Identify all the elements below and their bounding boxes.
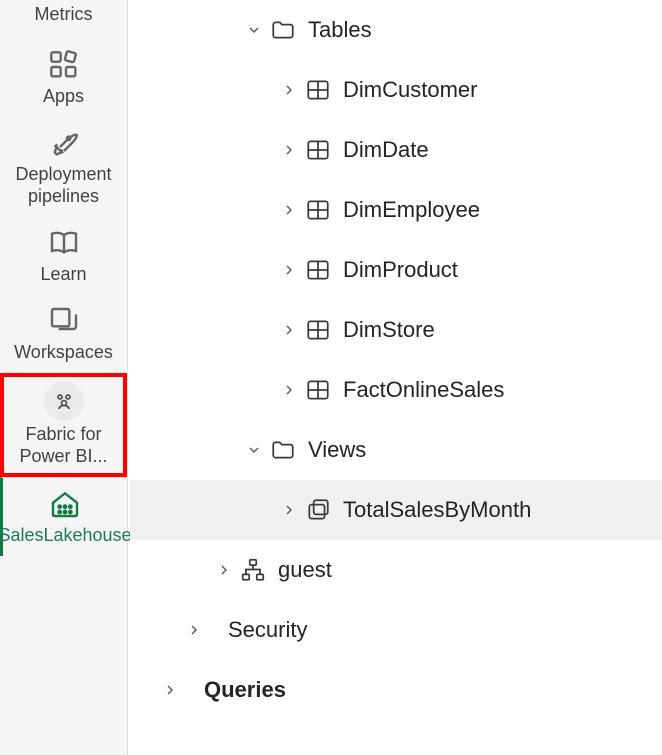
tree-node-table[interactable]: DimProduct (130, 240, 662, 300)
chevron-right-icon[interactable] (156, 682, 184, 698)
chevron-right-icon[interactable] (275, 322, 303, 338)
nav-item-fabric-for-power-bi[interactable]: Fabric for Power BI... (0, 373, 127, 477)
tree-node-table[interactable]: FactOnlineSales (130, 360, 662, 420)
tree-label: DimCustomer (333, 77, 477, 103)
tree-label: Security (218, 617, 307, 643)
table-icon (303, 197, 333, 223)
nav-label: Deployment pipelines (6, 163, 121, 207)
tree-node-table[interactable]: DimEmployee (130, 180, 662, 240)
tree-label: Tables (298, 17, 372, 43)
table-icon (303, 137, 333, 163)
object-explorer-tree: Tables DimCustomer DimDate DimEmployee (130, 0, 662, 755)
tree-label: TotalSalesByMonth (333, 497, 531, 523)
nav-label: Workspaces (14, 341, 113, 363)
nav-item-deployment-pipelines[interactable]: Deployment pipelines (0, 117, 127, 217)
chevron-right-icon[interactable] (275, 202, 303, 218)
tree-node-table[interactable]: DimDate (130, 120, 662, 180)
tree-label: Queries (194, 677, 286, 703)
view-icon (303, 497, 333, 523)
folder-icon (268, 437, 298, 463)
nav-item-workspaces[interactable]: Workspaces (0, 295, 127, 373)
nav-label: Apps (43, 85, 84, 107)
tree-label: DimStore (333, 317, 435, 343)
sidebar-nav: Metrics Apps Deployment pipelines (0, 0, 128, 755)
nav-label: Learn (40, 263, 86, 285)
folder-icon (268, 17, 298, 43)
chevron-right-icon[interactable] (275, 262, 303, 278)
tree-label: DimDate (333, 137, 429, 163)
chevron-right-icon[interactable] (180, 622, 208, 638)
chevron-right-icon[interactable] (275, 82, 303, 98)
rocket-icon (46, 125, 82, 161)
nav-item-metrics[interactable]: Metrics (35, 0, 93, 39)
apps-icon (46, 47, 82, 83)
nav-label: SalesLakehouse (0, 524, 132, 546)
tree-node-schema-guest[interactable]: guest (130, 540, 662, 600)
nav-item-apps[interactable]: Apps (0, 39, 127, 117)
lakehouse-icon (47, 486, 83, 522)
book-icon (46, 225, 82, 261)
nav-item-saleslakehouse[interactable]: SalesLakehouse (0, 477, 127, 556)
tree-label: DimEmployee (333, 197, 480, 223)
workspaces-icon (46, 303, 82, 339)
tree-node-tables[interactable]: Tables (130, 0, 662, 60)
chevron-down-icon[interactable] (240, 22, 268, 38)
nav-item-learn[interactable]: Learn (0, 217, 127, 295)
table-icon (303, 77, 333, 103)
chevron-right-icon[interactable] (275, 502, 303, 518)
table-icon (303, 377, 333, 403)
table-icon (303, 317, 333, 343)
tree-node-table[interactable]: DimCustomer (130, 60, 662, 120)
chevron-right-icon[interactable] (275, 382, 303, 398)
table-icon (303, 257, 333, 283)
tree-node-view[interactable]: TotalSalesByMonth (130, 480, 662, 540)
schema-icon (238, 557, 268, 583)
nav-label: Fabric for Power BI... (6, 423, 121, 467)
tree-label: FactOnlineSales (333, 377, 504, 403)
chevron-down-icon[interactable] (240, 442, 268, 458)
chevron-right-icon[interactable] (275, 142, 303, 158)
tree-node-views[interactable]: Views (130, 420, 662, 480)
tree-label: Views (298, 437, 366, 463)
tree-node-queries[interactable]: Queries (130, 660, 662, 720)
tree-label: DimProduct (333, 257, 458, 283)
tree-label: guest (268, 557, 332, 583)
tree-node-security[interactable]: Security (130, 600, 662, 660)
chevron-right-icon[interactable] (210, 562, 238, 578)
people-icon (44, 381, 84, 421)
tree-node-table[interactable]: DimStore (130, 300, 662, 360)
